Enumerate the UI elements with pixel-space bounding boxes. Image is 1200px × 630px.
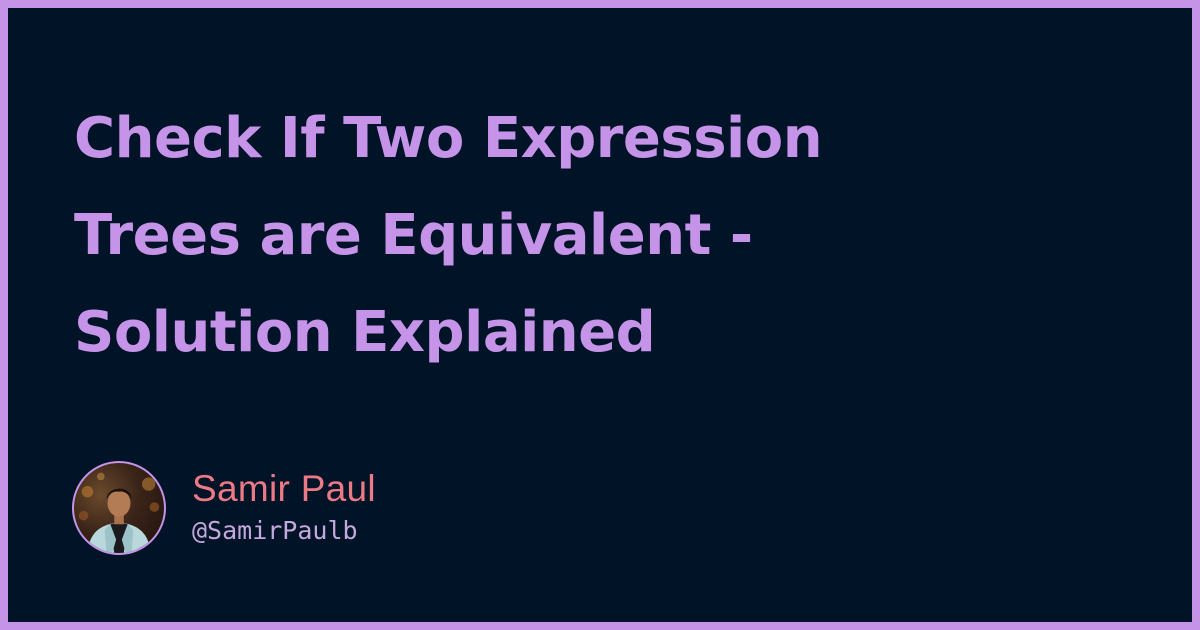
title-line-2: Trees are Equivalent - [74, 203, 753, 268]
article-title: Check If Two Expression Trees are Equiva… [74, 90, 1074, 381]
title-line-3: Solution Explained [74, 300, 656, 365]
author-handle: @SamirPaulb [192, 516, 358, 545]
author-text: Samir Paul @SamirPaulb [192, 467, 376, 549]
profile-photo-icon [78, 472, 160, 553]
avatar [72, 461, 166, 555]
author-name: Samir Paul [192, 468, 376, 509]
author-block: Samir Paul @SamirPaulb [72, 458, 376, 558]
social-card: Check If Two Expression Trees are Equiva… [8, 8, 1192, 622]
title-line-1: Check If Two Expression [74, 106, 823, 171]
